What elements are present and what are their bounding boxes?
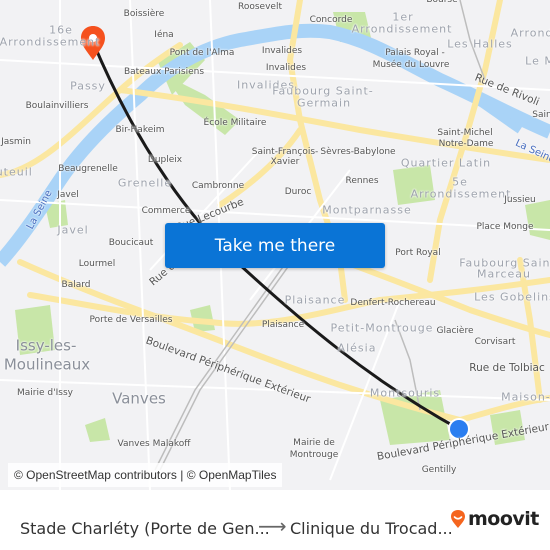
map-label: Saint-Michel (437, 127, 493, 138)
map-label: Rennes (345, 175, 379, 186)
map-label: Balard (61, 279, 91, 290)
map-label: Invalides (265, 62, 307, 73)
brand-name: moovit (468, 508, 539, 530)
map-label: Vanves Malakoff (117, 438, 191, 449)
map-label: Gentilly (421, 464, 457, 475)
map-label: Mairie d'Issy (17, 387, 73, 398)
map-label: Corvisart (474, 336, 516, 347)
district-label: Arrondissement (351, 22, 453, 36)
city-label: Issy-les- (15, 336, 77, 355)
map-label: Roosevelt (238, 1, 282, 12)
map-label: Duroc (284, 186, 312, 197)
map-label: Denfert-Rochereau (350, 297, 436, 308)
map-label: Jussieu (504, 194, 536, 205)
district-label: Le M (525, 54, 550, 68)
map-label: Bourse (426, 0, 457, 5)
map-label: Commerce (141, 205, 191, 216)
map-label: Port Royal (395, 247, 441, 258)
map-label: Dupleix (147, 154, 183, 165)
district-label: Maison-B (501, 390, 550, 404)
district-label: Arrondissement (0, 35, 101, 49)
take-me-there-button[interactable]: Take me there (165, 223, 385, 268)
map-label: Javel (57, 189, 79, 200)
map-label: Musée du Louvre (372, 59, 450, 70)
arrow-right-icon: ⟶ (258, 514, 287, 538)
map-label: Plaisance (261, 319, 305, 330)
map-label: Bateaux Parisiens (123, 66, 205, 77)
map-label: Boucicaut (108, 237, 154, 248)
map-label: Saint-François- (251, 146, 319, 157)
map-label: Jasmin (1, 136, 31, 147)
city-label: Moulineaux (3, 355, 91, 374)
map-label: Sain (532, 109, 550, 120)
map-label: Iéna (154, 29, 174, 40)
district-label: Arrondissement (410, 187, 512, 201)
destination-name: Clinique du Trocad... (290, 519, 453, 538)
district-label: Arrond (510, 26, 550, 40)
district-label: Auteuil (0, 165, 33, 179)
map-label: Invalides (261, 45, 303, 56)
district-label: Montsouris (369, 386, 441, 400)
map-label: Place Monge (476, 221, 534, 232)
district-label: Javel (57, 223, 89, 237)
map-label: Beaugrenelle (58, 163, 118, 174)
map-label: Xavier (270, 156, 300, 167)
map-label: Notre-Dame (438, 138, 494, 149)
district-label: Alésia (337, 341, 377, 355)
map-label: Concorde (309, 14, 353, 25)
origin-name: Stade Charléty (Porte de Gen... (20, 519, 270, 538)
district-label: Plaisance (284, 293, 346, 307)
district-label: Petit-Montrouge (330, 321, 434, 335)
district-label: Passy (70, 79, 106, 93)
map-label: Montrouge (289, 449, 339, 460)
map-label: Bir-Hakeim (115, 124, 165, 135)
map-label: Boissière (123, 8, 165, 19)
park-vanves (85, 418, 110, 442)
district-label: Les Halles (447, 37, 513, 51)
moovit-pin-icon (451, 510, 465, 528)
district-label: Grenelle (117, 176, 173, 190)
park-jardin-plantes (525, 200, 550, 240)
district-label: Les Gobelins (474, 290, 550, 304)
map-label: Porte de Versailles (89, 314, 173, 325)
map-attribution[interactable]: © OpenStreetMap contributors | © OpenMap… (8, 463, 283, 487)
map-label: Lourmel (78, 258, 116, 269)
district-label: Montparnasse (322, 203, 412, 217)
map-label: Glacière (436, 325, 474, 336)
map-label: Mairie de (293, 437, 335, 448)
map-label: Cambronne (191, 180, 245, 191)
district-label: Germain (296, 96, 352, 110)
map-label: Boulainvilliers (25, 100, 89, 111)
map-label: Sèvres-Babylone (320, 146, 396, 157)
map-canvas[interactable]: Boissière Roosevelt Concorde Bourse 16e … (0, 0, 550, 490)
street-label: Rue de Tolbiac (469, 361, 545, 374)
city-label: Vanves (112, 389, 166, 408)
map-label: Palais Royal - (385, 47, 445, 58)
district-label: Marceau (476, 267, 532, 281)
map-label: École Militaire (203, 117, 267, 128)
district-label: Quartier Latin (400, 156, 492, 170)
map-label: Pont de l'Alma (169, 47, 235, 58)
moovit-logo[interactable]: moovit (450, 508, 539, 530)
